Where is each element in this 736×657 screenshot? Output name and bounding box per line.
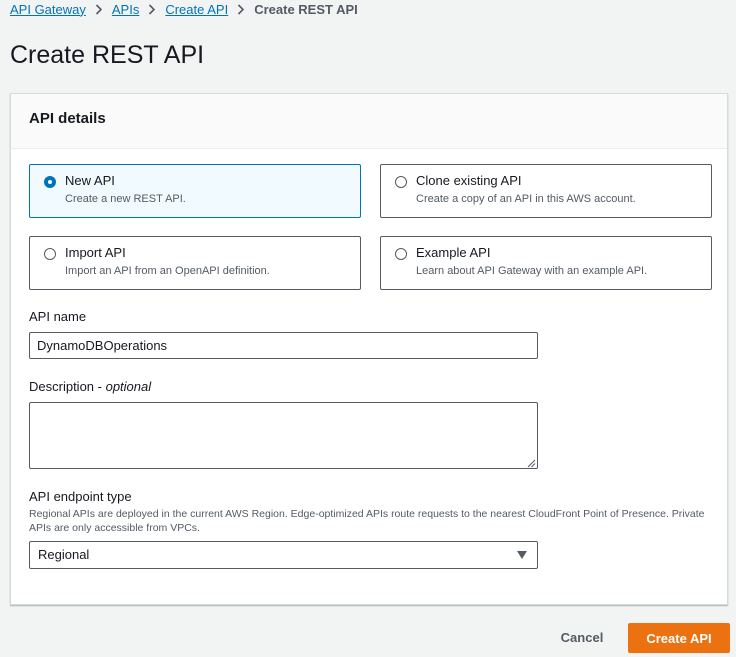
chevron-right-icon [237, 3, 245, 15]
option-example-api[interactable]: Example API Learn about API Gateway with… [380, 236, 712, 290]
create-api-button[interactable]: Create API [628, 623, 730, 653]
endpoint-type-help: Regional APIs are deployed in the curren… [29, 508, 705, 534]
resize-grip-icon[interactable] [527, 459, 536, 468]
description-textarea[interactable] [29, 402, 538, 469]
breadcrumb-apis[interactable]: APIs [112, 2, 139, 17]
radio-unselected-icon[interactable] [395, 176, 407, 188]
radio-unselected-icon[interactable] [44, 248, 56, 260]
endpoint-type-label: API endpoint type [29, 489, 132, 504]
option-description: Import an API from an OpenAPI definition… [65, 265, 270, 277]
description-label: Description - optional [29, 379, 152, 394]
breadcrumb-create-api[interactable]: Create API [165, 2, 228, 17]
endpoint-type-value: Regional [38, 547, 90, 562]
chevron-right-icon [148, 3, 156, 15]
api-name-label: API name [29, 309, 87, 324]
option-title: Import API [65, 245, 126, 260]
api-name-input[interactable] [29, 332, 538, 359]
panel-title: API details [29, 110, 106, 127]
optional-label: optional [105, 379, 152, 394]
option-description: Create a copy of an API in this AWS acco… [416, 193, 636, 205]
option-clone-existing-api[interactable]: Clone existing API Create a copy of an A… [380, 164, 712, 218]
option-title: Example API [416, 245, 491, 260]
chevron-right-icon [95, 3, 103, 15]
endpoint-type-select[interactable]: Regional [29, 541, 538, 569]
radio-selected-icon[interactable] [44, 176, 56, 188]
option-title: Clone existing API [416, 173, 522, 188]
option-description: Learn about API Gateway with an example … [416, 265, 648, 277]
option-description: Create a new REST API. [65, 193, 186, 205]
option-title: New API [65, 173, 115, 188]
description-label-text: Description [29, 379, 95, 394]
api-details-panel: API details New API Create a new REST AP… [10, 93, 728, 605]
radio-unselected-icon[interactable] [395, 248, 407, 260]
breadcrumb: API Gateway APIs Create API Create REST … [10, 0, 358, 18]
panel-header: API details [11, 94, 727, 149]
option-import-api[interactable]: Import API Import an API from an OpenAPI… [29, 236, 361, 290]
caret-down-icon [517, 551, 527, 559]
cancel-button[interactable]: Cancel [553, 626, 611, 648]
option-new-api[interactable]: New API Create a new REST API. [29, 164, 361, 218]
breadcrumb-api-gateway[interactable]: API Gateway [10, 2, 86, 17]
page-title: Create REST API [10, 41, 205, 69]
breadcrumb-current: Create REST API [254, 1, 358, 17]
